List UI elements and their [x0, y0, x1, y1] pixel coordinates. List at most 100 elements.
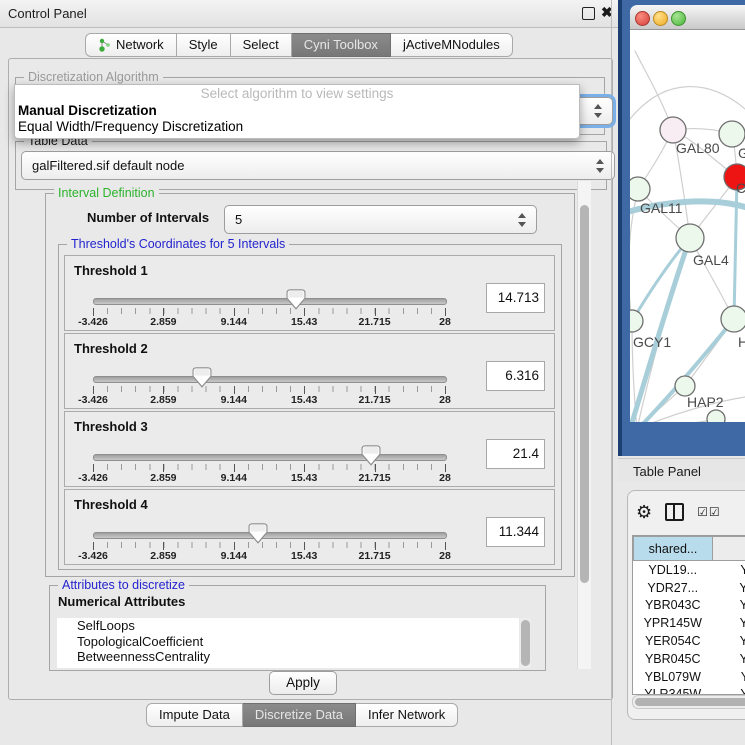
select-all-checkbox-icon[interactable]: ☑☑ — [697, 505, 721, 519]
number-of-intervals-combo[interactable]: 5 — [224, 205, 537, 234]
network-edge[interactable] — [630, 87, 745, 119]
network-window-titlebar[interactable] — [630, 5, 745, 30]
table-row[interactable]: YLR345WYLR3 — [634, 686, 745, 695]
slider-tick-label: 28 — [439, 316, 451, 328]
table-cell[interactable]: YBL0 — [713, 668, 745, 686]
table-cell[interactable]: YBL079W — [634, 668, 713, 686]
table-cell[interactable]: YBR045C — [634, 650, 713, 668]
threshold-slider-thumb[interactable] — [249, 523, 268, 544]
threshold-slider-track[interactable] — [93, 532, 447, 539]
threshold-row: Threshold 2 6.316 -3.4262.8599.14415.432… — [64, 333, 555, 409]
node-bottom[interactable] — [707, 410, 725, 422]
apply-button[interactable]: Apply — [269, 671, 337, 695]
table-cell[interactable]: YER0 — [713, 632, 745, 650]
table-header-row[interactable]: shared...n... — [634, 537, 745, 561]
columns-icon[interactable] — [665, 503, 684, 521]
node-label-ga: GA — [738, 145, 745, 161]
node-label-h: H — [738, 334, 745, 350]
threshold-value-field[interactable]: 21.4 — [486, 439, 545, 469]
threshold-value-field[interactable]: 14.713 — [486, 283, 545, 313]
table-cell[interactable]: YER054C — [634, 632, 713, 650]
column-header-n-[interactable]: n... — [713, 537, 745, 561]
table-row[interactable]: YER054CYER0 — [634, 632, 745, 650]
table-row[interactable]: YPR145WYPR1 — [634, 614, 745, 632]
table-cell[interactable]: YDR2 — [713, 579, 745, 597]
column-header-shared-[interactable]: shared... — [634, 537, 713, 561]
table-cell[interactable]: YLR345W — [634, 686, 713, 695]
threshold-slider-track[interactable] — [93, 298, 447, 305]
thresholds-group: Threshold's Coordinates for 5 Intervals … — [58, 244, 562, 570]
network-edge[interactable] — [632, 238, 690, 321]
attribute-item[interactable]: TopologicalCoefficient — [57, 634, 519, 650]
threshold-row: Threshold 1 14.713 -3.4262.8599.14415.43… — [64, 255, 555, 331]
table-hscrollbar[interactable] — [632, 695, 745, 709]
node-h[interactable] — [721, 306, 745, 332]
table-row[interactable]: YBR045CYBR0 — [634, 650, 745, 668]
attribute-item[interactable]: SelfLoops — [57, 618, 519, 634]
threshold-slider-thumb[interactable] — [287, 289, 306, 310]
tab-discretize-data[interactable]: Discretize Data — [243, 703, 356, 727]
tab-jactivemnodules[interactable]: jActiveMNodules — [391, 33, 513, 57]
table-hscrollbar-thumb[interactable] — [635, 698, 745, 706]
algorithm-option-manual-discretization[interactable]: Manual Discretization — [15, 103, 579, 119]
table-row[interactable]: YDL19...YDL1 — [634, 561, 745, 579]
table-cell[interactable]: YDL1 — [713, 561, 745, 579]
node-top-right[interactable] — [719, 121, 745, 147]
table-row[interactable]: YBL079WYBL0 — [634, 668, 745, 686]
threshold-value-field[interactable]: 6.316 — [486, 361, 545, 391]
slider-tick-label: 2.859 — [150, 550, 176, 562]
node-gcy1[interactable] — [630, 310, 643, 332]
table-cell[interactable]: YDL19... — [634, 561, 713, 579]
tab-style[interactable]: Style — [177, 33, 231, 57]
node-gal4[interactable] — [676, 224, 704, 252]
attributes-scrollbar-thumb[interactable] — [521, 620, 530, 666]
table-cell[interactable]: YLR3 — [713, 686, 745, 695]
algorithm-option-equal-width-frequency-discretization[interactable]: Equal Width/Frequency Discretization — [15, 119, 579, 135]
attributes-list-scrollbar[interactable] — [520, 618, 531, 668]
threshold-slider-thumb[interactable] — [362, 445, 381, 466]
table-row[interactable]: YBR043CYBR0 — [634, 597, 745, 615]
network-canvas[interactable]: GAL80GACGAL11GAL4GCY1HHAP2 — [630, 30, 745, 422]
tab-cyni-toolbox[interactable]: Cyni Toolbox — [292, 33, 391, 57]
table-data-combo[interactable]: galFiltered.sif default node — [21, 151, 615, 180]
tab-impute-data[interactable]: Impute Data — [146, 703, 243, 727]
slider-major-tick — [304, 308, 305, 316]
panel-scrollbar[interactable] — [577, 181, 591, 669]
threshold-slider-track[interactable] — [93, 454, 447, 461]
float-panel-icon[interactable] — [582, 7, 595, 20]
slider-tick-label: -3.426 — [78, 394, 108, 406]
desktop-left-edge — [618, 0, 622, 456]
table-row[interactable]: YDR27...YDR2 — [634, 579, 745, 597]
table-cell[interactable]: YBR0 — [713, 650, 745, 668]
numerical-attributes-list[interactable]: SelfLoopsTopologicalCoefficientBetweenne… — [57, 618, 519, 668]
tab-select[interactable]: Select — [231, 33, 292, 57]
tab-network[interactable]: Network — [85, 33, 177, 57]
tab-infer-network[interactable]: Infer Network — [356, 703, 458, 727]
table-cell[interactable]: YBR0 — [713, 597, 745, 615]
threshold-slider-track[interactable] — [93, 376, 447, 383]
tab-label: Style — [189, 34, 218, 56]
algorithm-placeholder-item[interactable]: Select algorithm to view settings — [15, 85, 579, 103]
table-cell[interactable]: YBR043C — [634, 597, 713, 615]
close-traffic-light-icon[interactable] — [635, 11, 650, 26]
minimize-traffic-light-icon[interactable] — [653, 11, 668, 26]
zoom-traffic-light-icon[interactable] — [671, 11, 686, 26]
threshold-value-field[interactable]: 11.344 — [486, 517, 545, 547]
table-cell[interactable]: YPR1 — [713, 614, 745, 632]
slider-tick-label: 15.43 — [291, 472, 317, 484]
number-of-intervals-label: Number of Intervals — [87, 210, 209, 225]
slider-tick-label: 28 — [439, 394, 451, 406]
panel-scrollbar-thumb[interactable] — [580, 205, 589, 583]
table-panel-body: ⚙ ☑☑ shared...n... YDL19...YDL1YDR27...Y… — [618, 482, 745, 745]
gear-icon[interactable]: ⚙ — [636, 503, 652, 521]
table-cell[interactable]: YDR27... — [634, 579, 713, 597]
attribute-table[interactable]: shared...n... YDL19...YDL1YDR27...YDR2YB… — [632, 535, 745, 695]
node-hap2[interactable] — [675, 376, 695, 396]
table-cell[interactable]: YPR145W — [634, 614, 713, 632]
slider-major-tick — [445, 464, 446, 472]
network-edge[interactable] — [734, 177, 737, 319]
threshold-slider-thumb[interactable] — [193, 367, 212, 388]
slider-major-tick — [304, 542, 305, 550]
node-gal11[interactable] — [630, 177, 650, 201]
attribute-item[interactable]: BetweennessCentrality — [57, 649, 519, 665]
